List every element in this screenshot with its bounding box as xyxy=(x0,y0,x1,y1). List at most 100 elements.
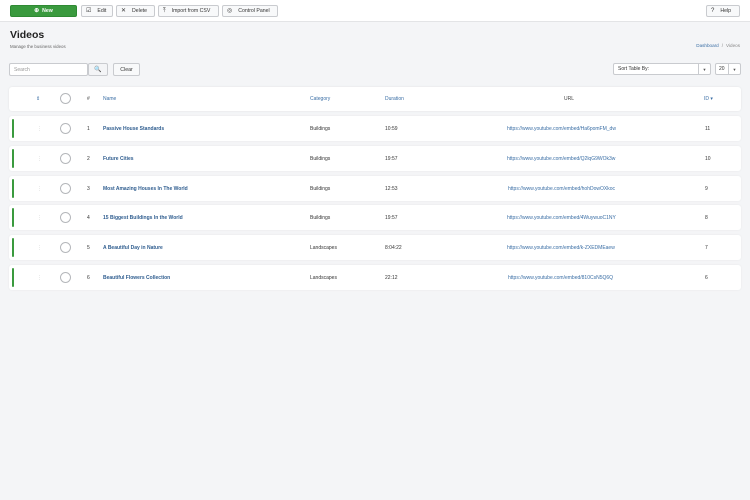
table-row[interactable]: ⋮ 5 A Beautiful Day in Nature Landscapes… xyxy=(9,235,741,260)
breadcrumb: Dashboard / Videos xyxy=(696,43,740,48)
row-name-link[interactable]: Most Amazing Houses In The World xyxy=(103,176,188,201)
row-url[interactable]: https://www.youtube.com/embed/4WuywuoC1N… xyxy=(507,205,616,230)
new-button-label: New xyxy=(42,8,53,14)
question-circle-icon: ? xyxy=(711,8,715,14)
row-number: 5 xyxy=(87,244,90,251)
row-url[interactable]: https://www.youtube.com/embed/810CsN5Q6Q xyxy=(508,265,613,290)
breadcrumb-dashboard[interactable]: Dashboard xyxy=(696,43,718,48)
row-id: 7 xyxy=(705,244,708,251)
drag-handle-icon[interactable]: ⋮ xyxy=(37,235,42,260)
row-number: 6 xyxy=(87,274,90,281)
select-all-checkbox[interactable] xyxy=(60,93,71,104)
published-indicator xyxy=(12,119,14,138)
row-name-link[interactable]: 15 Biggest Buildings In the World xyxy=(103,205,183,230)
drag-handle-icon[interactable]: ⋮ xyxy=(37,116,42,141)
row-checkbox[interactable] xyxy=(60,183,71,194)
row-name-link[interactable]: Passive House Standards xyxy=(103,116,164,141)
row-id: 11 xyxy=(705,125,711,132)
row-number: 3 xyxy=(87,185,90,192)
row-id: 10 xyxy=(705,155,711,162)
breadcrumb-separator: / xyxy=(721,43,724,48)
column-header-id[interactable]: ID ▾ xyxy=(704,87,713,111)
published-indicator xyxy=(12,268,14,287)
row-category: Buildings xyxy=(310,214,331,221)
row-name-link[interactable]: Beautiful Flowers Collection xyxy=(103,265,170,290)
table-row[interactable]: ⋮ 2 Future Cities Buildings 19:57 https:… xyxy=(9,146,741,171)
sort-select-label: Sort Table By: xyxy=(618,66,650,72)
drag-handle-icon[interactable]: ⋮ xyxy=(37,176,42,201)
sort-table-select[interactable]: Sort Table By: ▼ xyxy=(613,63,711,75)
drag-handle-icon[interactable]: ⋮ xyxy=(37,265,42,290)
control-panel-button[interactable]: ◎ Control Panel xyxy=(222,5,278,17)
row-checkbox[interactable] xyxy=(60,272,71,283)
table-row[interactable]: ⋮ 4 15 Biggest Buildings In the World Bu… xyxy=(9,205,741,230)
import-csv-button[interactable]: ⤒ Import from CSV xyxy=(158,5,219,17)
table-row[interactable]: ⋮ 1 Passive House Standards Buildings 10… xyxy=(9,116,741,141)
row-category: Landscapes xyxy=(310,274,337,281)
row-url[interactable]: https://www.youtube.com/embed/k-ZXEDMEae… xyxy=(507,235,615,260)
ordering-sort-header[interactable]: ⇕ xyxy=(36,87,40,111)
list-limit-select[interactable]: 20 ▼ xyxy=(715,63,741,75)
row-checkbox[interactable] xyxy=(60,123,71,134)
chevron-down-icon: ▼ xyxy=(698,64,710,74)
control-panel-label: Control Panel xyxy=(238,8,270,14)
breadcrumb-current: Videos xyxy=(726,43,740,48)
drag-handle-icon[interactable]: ⋮ xyxy=(37,205,42,230)
row-duration: 19:57 xyxy=(385,214,398,221)
column-header-url: URL xyxy=(564,96,575,102)
row-category: Landscapes xyxy=(310,244,337,251)
search-button[interactable]: 🔍 xyxy=(88,63,108,76)
row-number: 1 xyxy=(87,125,90,132)
column-header-name[interactable]: Name xyxy=(103,87,116,111)
row-checkbox[interactable] xyxy=(60,242,71,253)
row-duration: 8:04:22 xyxy=(385,244,402,251)
row-url[interactable]: https://www.youtube.com/embed/Ha6pomFM_d… xyxy=(507,116,616,141)
row-number: 2 xyxy=(87,155,90,162)
row-id: 8 xyxy=(705,214,708,221)
help-button-label: Help xyxy=(720,8,732,14)
column-header-num: # xyxy=(87,96,90,102)
row-checkbox[interactable] xyxy=(60,212,71,223)
row-category: Buildings xyxy=(310,155,331,162)
row-name-link[interactable]: Future Cities xyxy=(103,146,134,171)
row-id: 6 xyxy=(705,274,708,281)
clear-button[interactable]: Clear xyxy=(113,63,140,76)
table-header: ⇕ # Name Category Duration URL ID ▾ xyxy=(9,87,741,111)
published-indicator xyxy=(12,149,14,168)
edit-button-label: Edit xyxy=(97,8,107,14)
table-row[interactable]: ⋮ 6 Beautiful Flowers Collection Landsca… xyxy=(9,265,741,290)
toolbar: ⊕ New ☑ Edit ✕ Delete ⤒ Import from CSV … xyxy=(0,0,750,22)
row-url[interactable]: https://www.youtube.com/embed/Q2lqG9WOk3… xyxy=(507,146,615,171)
plus-circle-icon: ⊕ xyxy=(34,8,40,14)
row-duration: 12:53 xyxy=(385,185,398,192)
row-category: Buildings xyxy=(310,185,331,192)
row-url[interactable]: https://www.youtube.com/embed/hohDowOXko… xyxy=(508,176,615,201)
row-name-link[interactable]: A Beautiful Day in Nature xyxy=(103,235,163,260)
table-row[interactable]: ⋮ 3 Most Amazing Houses In The World Bui… xyxy=(9,176,741,201)
published-indicator xyxy=(12,179,14,198)
delete-button[interactable]: ✕ Delete xyxy=(116,5,155,17)
import-button-label: Import from CSV xyxy=(171,8,211,14)
chevron-down-icon: ▼ xyxy=(728,64,740,74)
row-number: 4 xyxy=(87,214,90,221)
page-title: Videos xyxy=(10,29,45,41)
row-duration: 22:12 xyxy=(385,274,398,281)
delete-button-label: Delete xyxy=(132,8,148,14)
row-duration: 10:59 xyxy=(385,125,398,132)
page-subtitle: Manage the business videos xyxy=(10,44,66,49)
search-input[interactable] xyxy=(9,63,88,76)
edit-button[interactable]: ☑ Edit xyxy=(81,5,113,17)
row-checkbox[interactable] xyxy=(60,153,71,164)
row-id: 9 xyxy=(705,185,708,192)
published-indicator xyxy=(12,238,14,257)
list-limit-value: 20 xyxy=(719,66,725,72)
drag-handle-icon[interactable]: ⋮ xyxy=(37,146,42,171)
column-header-duration[interactable]: Duration xyxy=(385,87,404,111)
x-icon: ✕ xyxy=(121,8,127,14)
column-header-category[interactable]: Category xyxy=(310,87,330,111)
search-icon: 🔍 xyxy=(94,67,102,73)
new-button[interactable]: ⊕ New xyxy=(10,5,77,17)
upload-icon: ⤒ xyxy=(163,8,166,14)
row-category: Buildings xyxy=(310,125,331,132)
help-button[interactable]: ? Help xyxy=(706,5,740,17)
